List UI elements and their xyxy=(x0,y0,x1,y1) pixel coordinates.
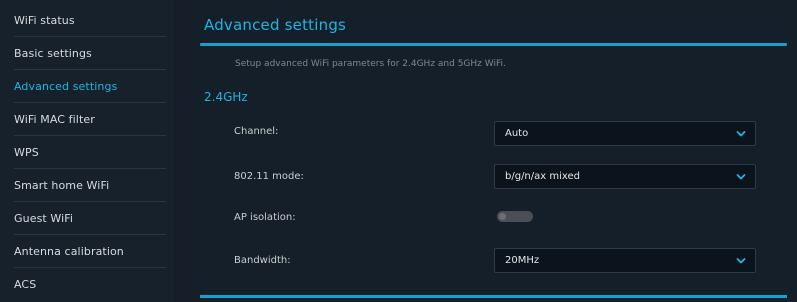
channel-select-value: Auto xyxy=(505,128,529,139)
sidebar-item-antenna-calibration[interactable]: Antenna calibration xyxy=(14,235,166,268)
channel-label: Channel: xyxy=(234,126,279,137)
sidebar-item-label: Guest WiFi xyxy=(14,212,74,225)
ap-isolation-label: AP isolation: xyxy=(234,212,296,223)
main-panel: Advanced settings Setup advanced WiFi pa… xyxy=(190,0,797,302)
sidebar-nav: WiFi status Basic settings Advanced sett… xyxy=(0,0,174,302)
toggle-knob xyxy=(499,213,506,220)
page-description: Setup advanced WiFi parameters for 2.4GH… xyxy=(235,59,506,69)
title-underline xyxy=(200,43,787,46)
mode-select-value: b/g/n/ax mixed xyxy=(505,171,580,182)
sidebar-item-label: WPS xyxy=(14,146,39,159)
mode-select[interactable]: b/g/n/ax mixed xyxy=(494,164,756,189)
chevron-down-icon xyxy=(736,165,746,188)
sidebar-item-guest-wifi[interactable]: Guest WiFi xyxy=(14,202,166,235)
sidebar-item-advanced-settings[interactable]: Advanced settings xyxy=(14,70,166,103)
chevron-down-icon xyxy=(736,122,746,145)
sidebar-item-label: ACS xyxy=(14,278,37,291)
sidebar-item-wps[interactable]: WPS xyxy=(14,136,166,169)
sidebar-item-smart-home-wifi[interactable]: Smart home WiFi xyxy=(14,169,166,202)
section-title-2-4ghz: 2.4GHz xyxy=(204,90,248,104)
bottom-rule xyxy=(200,295,787,298)
mode-label: 802.11 mode: xyxy=(234,171,304,182)
sidebar-item-wifi-status[interactable]: WiFi status xyxy=(14,4,166,37)
sidebar-item-acs[interactable]: ACS xyxy=(14,268,166,301)
sidebar-item-label: Advanced settings xyxy=(14,80,118,93)
bandwidth-select-value: 20MHz xyxy=(505,255,540,266)
chevron-down-icon xyxy=(736,249,746,272)
sidebar-item-label: WiFi status xyxy=(14,14,75,27)
bandwidth-select[interactable]: 20MHz xyxy=(494,248,756,273)
sidebar-item-label: Basic settings xyxy=(14,47,92,60)
bandwidth-label: Bandwidth: xyxy=(234,255,291,266)
app-window: WiFi status Basic settings Advanced sett… xyxy=(0,0,797,302)
ap-isolation-toggle[interactable] xyxy=(497,211,533,222)
sidebar-item-wifi-mac-filter[interactable]: WiFi MAC filter xyxy=(14,103,166,136)
sidebar-item-label: Antenna calibration xyxy=(14,245,124,258)
channel-select[interactable]: Auto xyxy=(494,121,756,146)
sidebar-divider xyxy=(174,0,190,302)
page-title: Advanced settings xyxy=(204,16,347,34)
sidebar-item-label: WiFi MAC filter xyxy=(14,113,95,126)
sidebar-item-label: Smart home WiFi xyxy=(14,179,110,192)
sidebar-item-basic-settings[interactable]: Basic settings xyxy=(14,37,166,70)
